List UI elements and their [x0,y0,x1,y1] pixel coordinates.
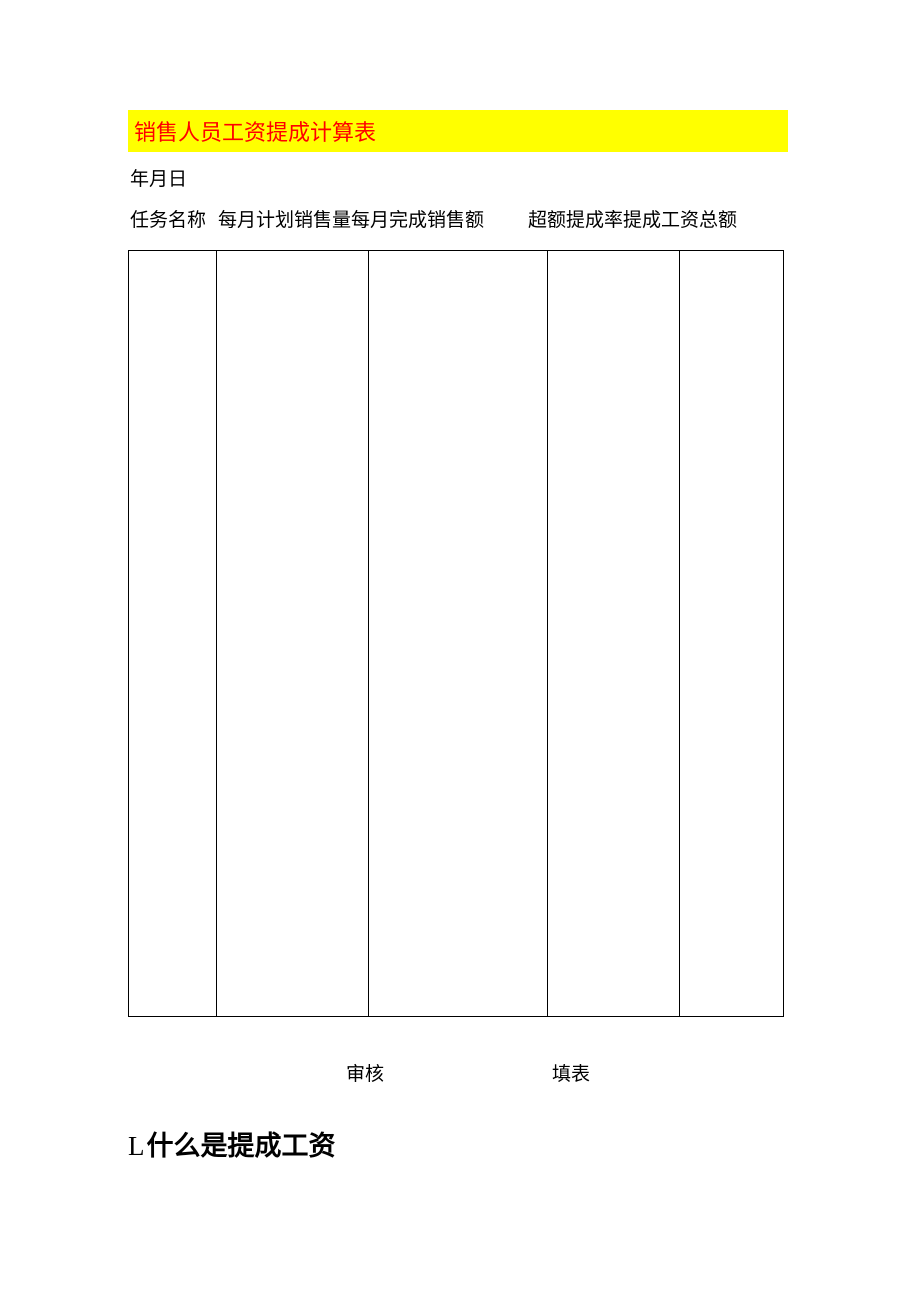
table-cell [680,251,784,1017]
table-cell [548,251,680,1017]
table-cell [368,251,548,1017]
section-prefix: L [128,1131,145,1161]
table-cell [129,251,217,1017]
table-header-row: 任务名称 每月计划销售量每月完成销售额 超额提成率提成工资总额 [128,205,792,232]
table-cell [216,251,368,1017]
commission-table [128,250,784,1017]
table-row [129,251,784,1017]
header-task-name: 任务名称 [130,205,210,232]
header-excess-rate: 超额提成率提成工资总额 [490,205,737,232]
section-heading: L什么是提成工资 [128,1124,792,1163]
signature-row: 审核 填表 [128,1059,792,1086]
title-bar: 销售人员工资提成计算表 [128,110,788,152]
date-line: 年月日 [128,164,792,191]
section-text: 什么是提成工资 [147,1131,336,1161]
audit-label: 审核 [346,1059,384,1086]
header-monthly-plan: 每月计划销售量每月完成销售额 [210,205,490,232]
fill-label: 填表 [552,1059,590,1086]
document-title: 销售人员工资提成计算表 [134,120,376,145]
